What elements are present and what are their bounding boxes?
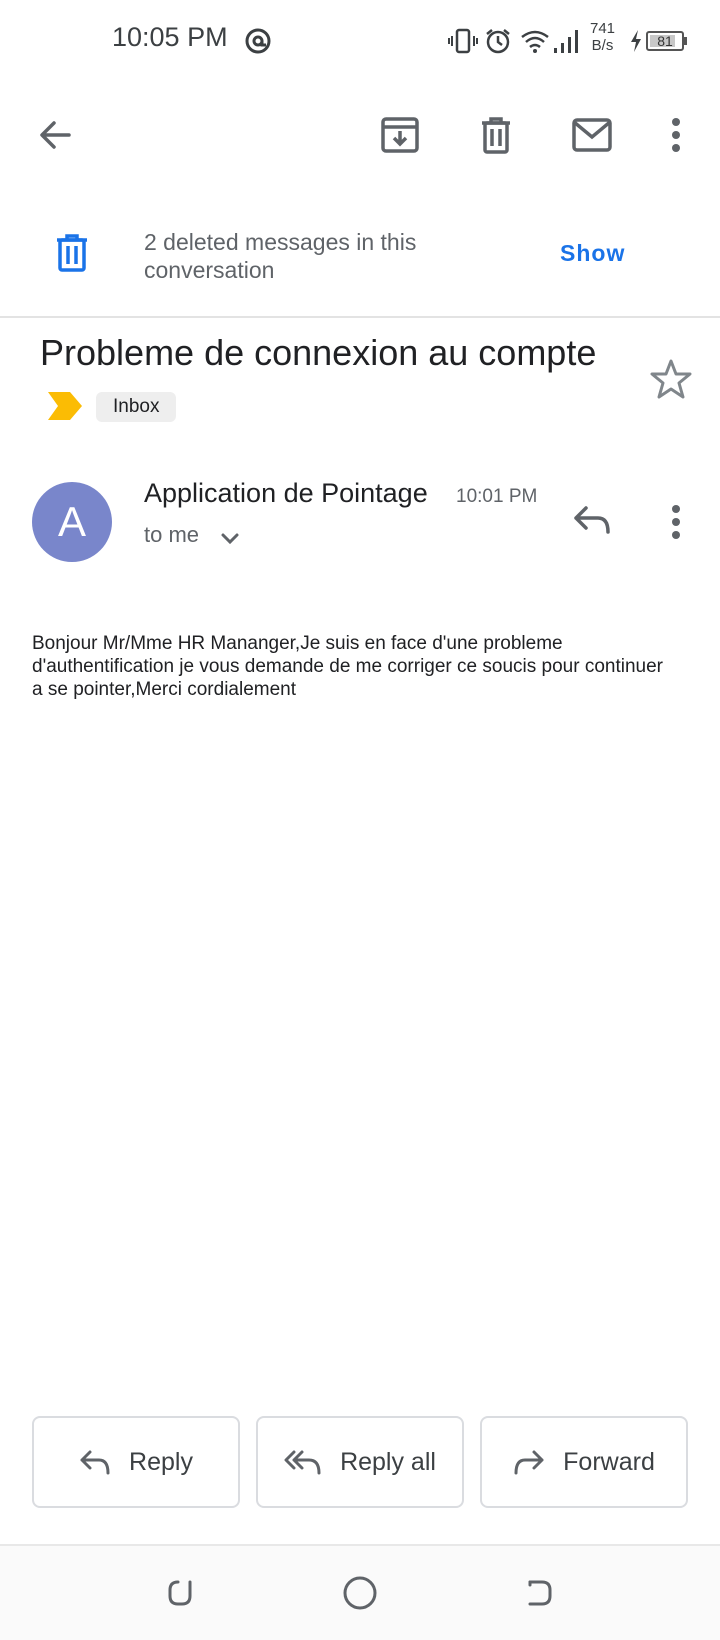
forward-icon <box>514 1450 544 1475</box>
archive-icon <box>381 117 419 153</box>
star-icon[interactable] <box>650 358 692 400</box>
email-subject: Probleme de connexion au compte <box>40 332 597 373</box>
back-nav-icon[interactable] <box>524 1576 556 1608</box>
label-chip-inbox[interactable]: Inbox <box>96 392 177 422</box>
show-deleted-button[interactable]: Show <box>560 240 625 267</box>
importance-marker-icon[interactable] <box>48 392 82 420</box>
delete-icon <box>482 117 510 154</box>
reply-all-label: Reply all <box>340 1447 436 1476</box>
forward-button[interactable]: Forward <box>480 1416 688 1508</box>
recent-apps-icon[interactable] <box>164 1576 196 1608</box>
charging-icon <box>631 30 641 52</box>
divider <box>0 316 720 318</box>
sender-avatar[interactable]: A <box>32 482 112 562</box>
speed-unit: B/s <box>591 37 614 54</box>
mark-unread-icon <box>572 118 612 152</box>
reply-icon <box>80 1450 110 1475</box>
at-sign-icon <box>245 28 271 54</box>
more-options-button[interactable] <box>648 107 704 163</box>
alarm-icon <box>486 29 510 54</box>
deleted-messages-text: 2 deleted messages in this conversation <box>144 229 417 283</box>
message-more-icon[interactable] <box>671 504 681 540</box>
sender-name[interactable]: Application de Pointage <box>144 478 428 509</box>
sent-time: 10:01 PM <box>456 486 538 507</box>
forward-label: Forward <box>563 1447 655 1476</box>
chevron-down-icon[interactable] <box>220 532 240 546</box>
reply-all-icon <box>284 1450 321 1475</box>
delete-button[interactable] <box>468 107 524 163</box>
email-body: Bonjour Mr/Mme HR Mananger,Je suis en fa… <box>32 633 663 700</box>
battery-percent: 81 <box>657 33 673 49</box>
mark-unread-button[interactable] <box>564 107 620 163</box>
reply-label: Reply <box>129 1447 193 1476</box>
signal-icon <box>554 30 578 53</box>
back-arrow-icon <box>40 121 71 149</box>
network-speed: 741 B/s <box>590 20 615 54</box>
more-vert-icon <box>672 118 680 152</box>
battery-icon: 81 <box>646 31 684 51</box>
home-icon[interactable] <box>342 1575 378 1611</box>
archive-button[interactable] <box>372 107 428 163</box>
reply-button[interactable]: Reply <box>32 1416 240 1508</box>
reply-all-button[interactable]: Reply all <box>256 1416 464 1508</box>
battery-cap <box>684 37 687 45</box>
banner-delete-icon <box>57 234 87 272</box>
recipient-summary[interactable]: to me <box>144 522 199 548</box>
back-button[interactable] <box>27 107 83 163</box>
reply-icon[interactable] <box>572 504 612 536</box>
vibrate-icon <box>448 28 478 54</box>
speed-value: 741 <box>590 20 616 37</box>
status-time: 10:05 PM <box>112 22 228 52</box>
wifi-icon <box>521 30 549 53</box>
